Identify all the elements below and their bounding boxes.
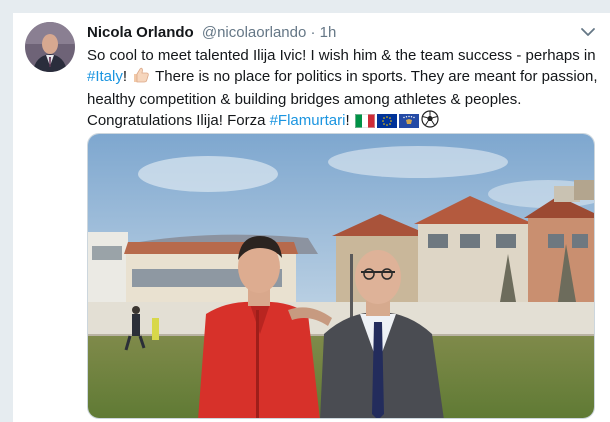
tweet-text-part: ! [345,112,354,129]
soccer-ball-emoji-icon [421,110,439,134]
eu-flag-emoji-icon [376,114,397,134]
hashtag-italy-link[interactable]: #Italy [87,68,123,85]
kosovo-flag-emoji-icon [398,114,419,134]
tweet-timestamp[interactable]: 1h [320,24,337,41]
thumbs-up-emoji-icon [132,66,150,90]
tweet-text-part: So cool to meet talented Ilija Ivic! I w… [87,47,596,64]
italy-flag-emoji-icon [354,114,375,134]
author-name[interactable]: Nicola Orlando [87,24,194,41]
tweet-text: So cool to meet talented Ilija Ivic! I w… [87,46,601,134]
author-avatar[interactable] [25,22,75,72]
author-handle[interactable]: @nicolaorlando [202,24,306,41]
tweet-text-part: ! [122,68,132,85]
tweet-photo[interactable] [87,133,595,419]
separator-dot: · [310,24,316,41]
chevron-down-icon[interactable] [580,25,596,37]
tweet-card[interactable]: Nicola Orlando @nicolaorlando · 1h So co… [12,12,610,422]
tweet-header: Nicola Orlando @nicolaorlando · 1h [87,23,570,43]
hashtag-flamurtari-link[interactable]: #Flamurtari [270,112,346,129]
